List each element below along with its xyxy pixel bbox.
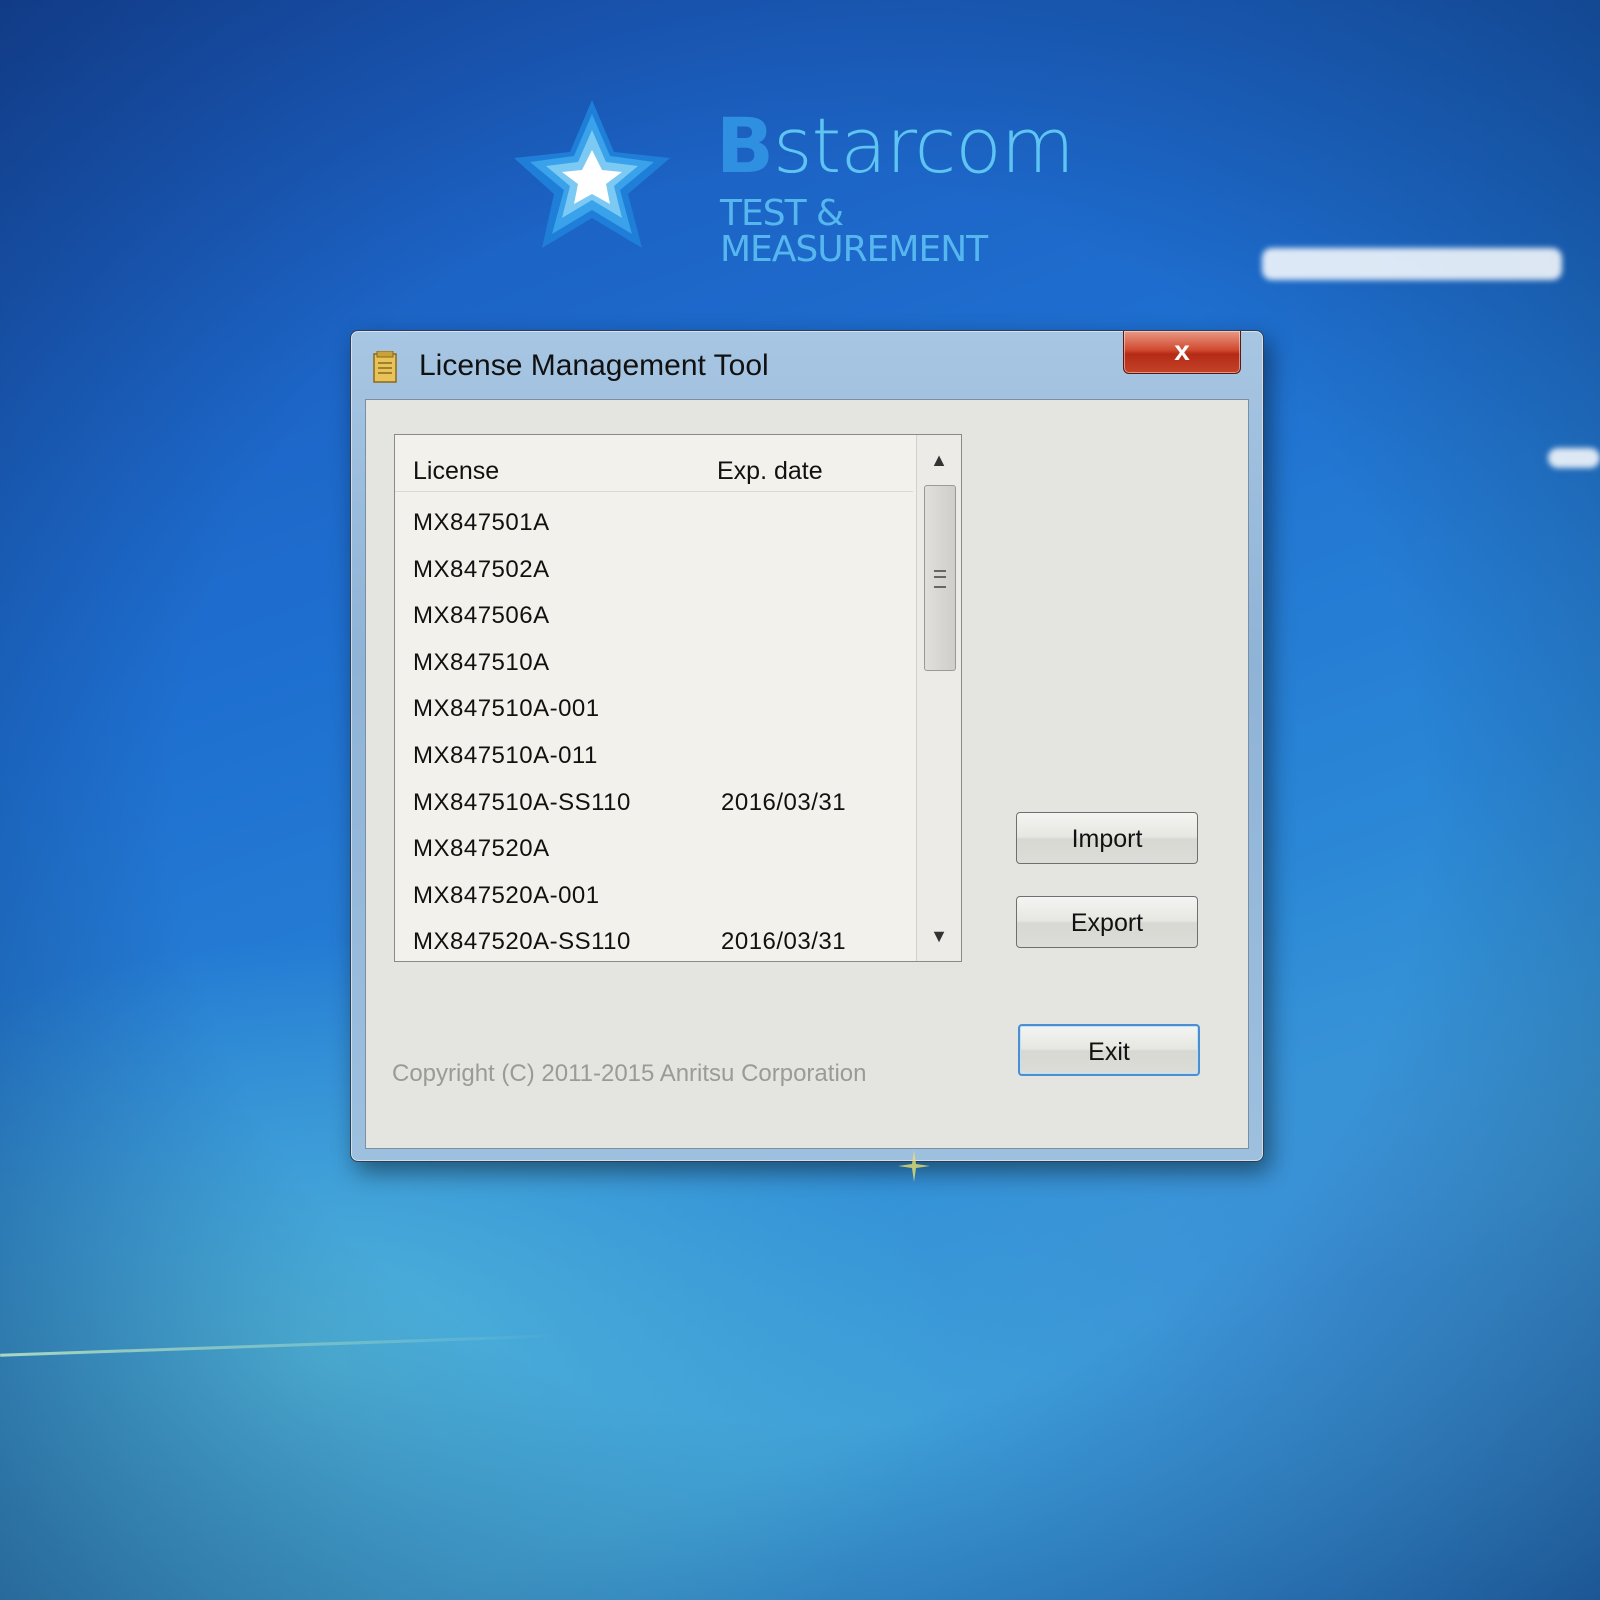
list-rows: MX847501A MX847502A MX847506A MX847510A MX84… bbox=[395, 497, 913, 961]
license-name: MX847520A bbox=[413, 835, 550, 863]
copyright-text: Copyright (C) 2011-2015 Anritsu Corporat… bbox=[392, 1060, 867, 1087]
list-scrollbar[interactable]: ▲ ▼ bbox=[916, 435, 961, 961]
brand-subtitle: TEST & MEASUREMENT bbox=[720, 193, 988, 270]
list-item[interactable]: MX847501A bbox=[395, 497, 913, 544]
import-button[interactable]: Import bbox=[1016, 812, 1198, 864]
document-icon bbox=[373, 351, 397, 383]
brand-initial: B bbox=[716, 101, 774, 190]
license-name: MX847510A-001 bbox=[413, 695, 600, 723]
close-button[interactable]: x bbox=[1123, 331, 1241, 374]
window-titlebar[interactable]: License Management Tool x bbox=[351, 331, 1263, 397]
list-item[interactable]: MX847506A bbox=[395, 590, 913, 637]
export-button[interactable]: Export bbox=[1016, 896, 1198, 948]
license-name: MX847501A bbox=[413, 509, 550, 536]
list-item[interactable]: MX847520A-SS110 2016/03/31 bbox=[395, 916, 913, 961]
license-exp-date: 2016/03/31 bbox=[721, 788, 847, 816]
screen-glare bbox=[1548, 448, 1600, 468]
window-client-area: License Exp. date MX847501A MX847502A MX84… bbox=[365, 399, 1249, 1149]
list-item[interactable]: MX847510A-001 bbox=[395, 683, 913, 730]
star-logo-icon bbox=[514, 100, 670, 248]
grip-icon bbox=[934, 570, 946, 588]
brand-name: Bstarcom bbox=[716, 108, 1075, 184]
sparkle-icon bbox=[898, 1150, 930, 1182]
list-item[interactable]: MX847510A bbox=[395, 637, 913, 684]
scroll-up-arrow-icon[interactable]: ▲ bbox=[917, 441, 961, 479]
list-item[interactable]: MX847502A bbox=[395, 544, 913, 591]
column-header-license[interactable]: License bbox=[413, 457, 499, 486]
list-header: License Exp. date bbox=[395, 435, 913, 492]
license-list[interactable]: License Exp. date MX847501A MX847502A MX84… bbox=[394, 434, 962, 962]
window-title: License Management Tool bbox=[419, 349, 769, 382]
column-header-exp-date[interactable]: Exp. date bbox=[717, 457, 823, 486]
license-management-window: License Management Tool x License Exp. d… bbox=[350, 330, 1264, 1162]
license-name: MX847506A bbox=[413, 602, 550, 630]
screen-glare bbox=[1262, 248, 1562, 280]
list-item[interactable]: MX847510A-SS110 2016/03/31 bbox=[395, 777, 913, 824]
license-name: MX847520A-SS110 bbox=[413, 928, 631, 956]
list-item[interactable]: MX847510A-011 bbox=[395, 730, 913, 777]
exit-button[interactable]: Exit bbox=[1018, 1024, 1200, 1076]
license-name: MX847502A bbox=[413, 555, 550, 583]
scroll-down-arrow-icon[interactable]: ▼ bbox=[917, 917, 961, 955]
list-item[interactable]: MX847520A bbox=[395, 823, 913, 870]
list-item[interactable]: MX847520A-001 bbox=[395, 870, 913, 917]
license-exp-date: 2016/03/31 bbox=[721, 928, 847, 956]
wallpaper-stem bbox=[0, 1334, 560, 1357]
brand-logo: Bstarcom TEST & MEASUREMENT bbox=[514, 100, 1094, 268]
license-name: MX847510A bbox=[413, 648, 550, 676]
license-name: MX847520A-001 bbox=[413, 881, 600, 909]
license-name: MX847510A-SS110 bbox=[413, 788, 631, 816]
brand-name-rest: starcom bbox=[772, 101, 1075, 190]
scroll-thumb[interactable] bbox=[924, 485, 956, 671]
license-name: MX847510A-011 bbox=[413, 741, 598, 769]
